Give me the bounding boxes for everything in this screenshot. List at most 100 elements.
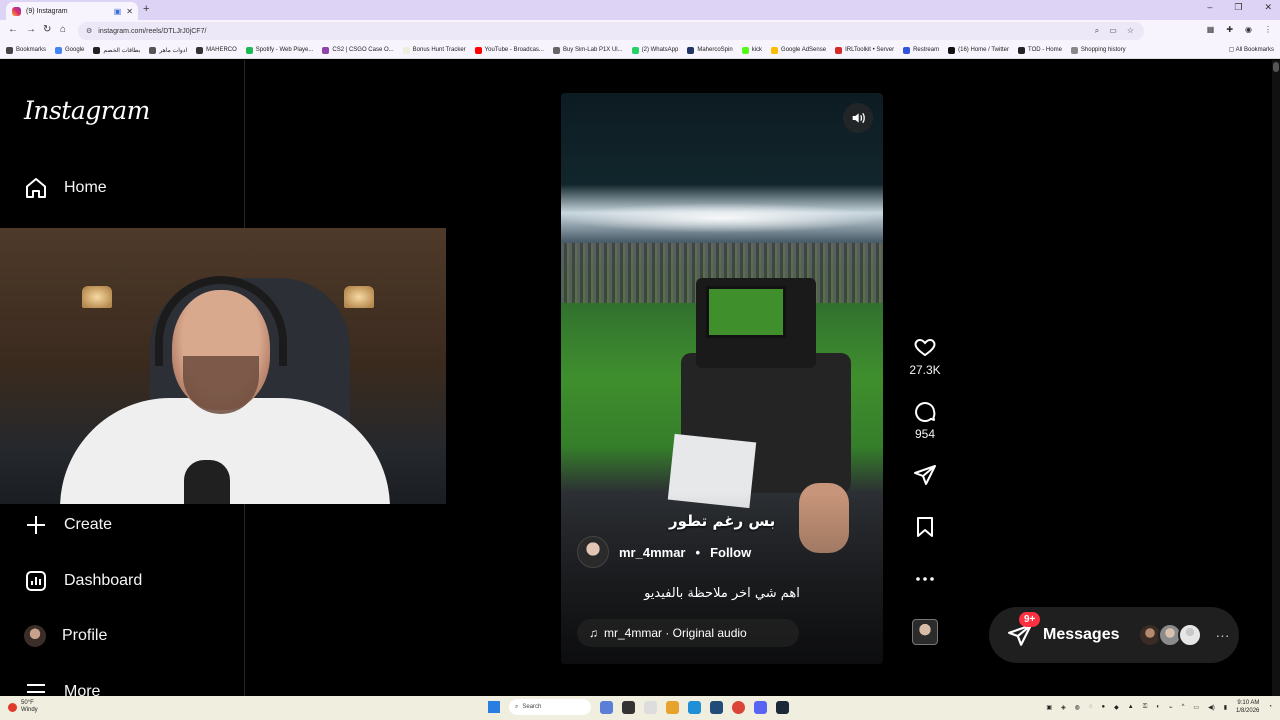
restore-icon[interactable]: ❐ — [1234, 2, 1242, 13]
more-options-button[interactable] — [905, 567, 945, 591]
sidebar-item-label: Create — [64, 516, 113, 533]
stadium-lights-image — [561, 203, 883, 233]
steam-icon[interactable] — [776, 700, 789, 714]
tray-app-icon[interactable]: ● — [1102, 704, 1106, 710]
tray-app-icon[interactable]: ▣ — [1046, 704, 1052, 711]
reload-button[interactable]: ↻ — [43, 24, 51, 35]
task-view-icon[interactable] — [622, 700, 635, 714]
reel-video[interactable]: بس رغم تطور mr_4mmar • Follow اهم شي اخر… — [561, 93, 883, 664]
zoom-icon[interactable]: ⌕ — [1095, 26, 1099, 36]
file-explorer-icon[interactable] — [666, 700, 679, 714]
minimize-icon[interactable]: – — [1207, 2, 1212, 13]
tray-app-icon[interactable]: ◍ — [1075, 704, 1080, 711]
sidebar-item-label: More — [64, 683, 101, 696]
bookmark-item[interactable]: Spotify - Web Playe... — [245, 46, 313, 54]
network-icon[interactable]: ▭ — [1193, 704, 1199, 711]
tray-app-icon[interactable]: ◌ — [1089, 704, 1093, 710]
tab-close-icon[interactable]: ✕ — [126, 7, 133, 16]
sidebar-item-dashboard[interactable]: Dashboard — [24, 569, 142, 593]
all-bookmarks-button[interactable]: ▢ All Bookmarks — [1229, 46, 1274, 53]
follow-button[interactable]: Follow — [710, 545, 751, 560]
store-icon[interactable] — [710, 700, 723, 714]
window-close-icon[interactable]: ✕ — [1264, 2, 1272, 13]
bookmark-item[interactable]: YouTube - Broadcas... — [474, 46, 544, 54]
tray-app-icon[interactable]: ▲ — [1128, 704, 1134, 710]
url-text[interactable]: instagram.com/reels/DTLJrJ0jCF7/ — [98, 28, 206, 35]
bookmark-item[interactable]: (16) Home / Twitter — [948, 46, 1009, 54]
chrome-menu-icon[interactable]: ⋮ — [1264, 25, 1272, 34]
bookmark-item[interactable]: بطاقات الخصم — [93, 46, 140, 54]
home-button[interactable]: ⌂ — [60, 24, 66, 35]
chrome-profile-icon[interactable]: ◉ — [1245, 25, 1252, 34]
like-button[interactable]: 27.3K — [905, 335, 945, 377]
notification-bell-icon[interactable]: ◔ — [1268, 704, 1272, 710]
bookmark-favicon-icon — [552, 46, 560, 54]
bookmark-item[interactable]: Restream — [903, 46, 939, 54]
windows-start-icon[interactable] — [488, 701, 500, 713]
bookmark-item[interactable]: Buy Sim-Lab P1X Ul... — [552, 46, 623, 54]
address-bar[interactable]: ⚙ instagram.com/reels/DTLJrJ0jCF7/ ⌕ ▭ ☆ — [78, 22, 1144, 40]
bookmark-item[interactable]: Google AdSense — [771, 46, 826, 54]
discord-icon[interactable] — [754, 700, 767, 714]
cast-icon[interactable]: ▭ — [1109, 26, 1117, 36]
bookmark-item[interactable]: (2) WhatsApp — [631, 46, 678, 54]
share-button[interactable] — [905, 463, 945, 487]
back-button[interactable]: ← — [8, 24, 18, 35]
chevron-up-icon[interactable]: ^ — [1182, 704, 1185, 710]
browser-tab-instagram[interactable]: (9) Instagram ▣ ✕ — [6, 2, 138, 20]
new-tab-button[interactable]: + — [143, 3, 149, 15]
widgets-icon[interactable] — [644, 700, 657, 714]
scrollbar-thumb[interactable] — [1273, 62, 1279, 72]
author-avatar[interactable] — [577, 536, 609, 568]
bookmark-item[interactable]: Bonus Hunt Tracker — [402, 46, 466, 54]
battery-icon[interactable]: ▮ — [1224, 704, 1227, 711]
sidebar-item-create[interactable]: Create — [24, 513, 112, 537]
sidebar-item-profile[interactable]: Profile — [24, 625, 107, 647]
more-dots-icon[interactable]: ··· — [1216, 627, 1230, 643]
site-info-icon[interactable]: ⚙ — [86, 27, 92, 35]
edge-icon[interactable] — [688, 700, 701, 714]
save-button[interactable] — [905, 515, 945, 539]
scrollbar[interactable] — [1272, 60, 1280, 696]
weather-widget[interactable]: 50°F Windy — [8, 700, 38, 714]
clock-time: 9:10 AM — [1237, 700, 1260, 706]
tray-app-icon[interactable]: ◈ — [1061, 704, 1066, 711]
bookmark-item[interactable]: MahercoSpin — [687, 46, 733, 54]
extensions-puzzle-icon[interactable]: ✚ — [1226, 25, 1233, 34]
bookmark-label: Bonus Hunt Tracker — [412, 47, 466, 53]
chrome-icon[interactable] — [732, 700, 745, 714]
tray-app-icon[interactable]: ⚿ — [1143, 704, 1148, 711]
bookmark-item[interactable]: Bookmarks — [6, 46, 46, 54]
taskbar-search[interactable]: ⌕ Search — [509, 699, 591, 715]
sidebar-item-home[interactable]: Home — [24, 176, 107, 200]
bookmark-item[interactable]: ادوات ماهر — [149, 46, 188, 54]
reel-description[interactable]: اهم شي اخر ملاحظة بالفيديو — [577, 586, 867, 601]
copilot-icon[interactable] — [600, 700, 613, 714]
comment-button[interactable]: 954 — [905, 399, 945, 441]
bookmark-item[interactable]: Google — [55, 46, 84, 54]
extension-icon[interactable]: ▦ — [1207, 25, 1215, 34]
forward-button[interactable]: → — [26, 24, 36, 35]
original-audio-link[interactable]: ♫ mr_4mmar · Original audio — [577, 619, 799, 647]
tray-app-icon[interactable]: ◐ — [1156, 704, 1160, 710]
volume-icon[interactable]: ◀) — [1208, 704, 1215, 711]
bookmark-item[interactable]: TOD - Home — [1018, 46, 1062, 54]
sidebar-item-more[interactable]: More — [24, 680, 100, 696]
messages-button[interactable]: 9+ Messages ··· — [989, 607, 1239, 663]
bookmark-item[interactable]: MAHERCO — [196, 46, 237, 54]
bookmark-item[interactable]: Shopping history — [1070, 46, 1126, 54]
avatar — [1177, 623, 1202, 647]
bookmark-item[interactable]: kick — [741, 46, 762, 54]
bookmark-item[interactable]: CS2 | CSGO Case O... — [322, 46, 394, 54]
taskbar-clock[interactable]: 9:10 AM 1/8/2026 — [1236, 699, 1259, 715]
tab-audio-icon[interactable]: ▣ — [114, 7, 122, 16]
sound-toggle-button[interactable] — [843, 103, 873, 133]
bookmark-label: ادوات ماهر — [159, 47, 188, 54]
instagram-logo[interactable]: Instagram — [24, 96, 150, 125]
bookmark-item[interactable]: IRLToolkit • Server — [835, 46, 894, 54]
tray-app-icon[interactable]: ⌁ — [1169, 704, 1173, 711]
bookmark-star-icon[interactable]: ☆ — [1127, 26, 1134, 36]
audio-thumbnail[interactable] — [912, 619, 938, 645]
tray-app-icon[interactable]: ◆ — [1114, 704, 1119, 711]
author-username[interactable]: mr_4mmar — [619, 545, 686, 560]
